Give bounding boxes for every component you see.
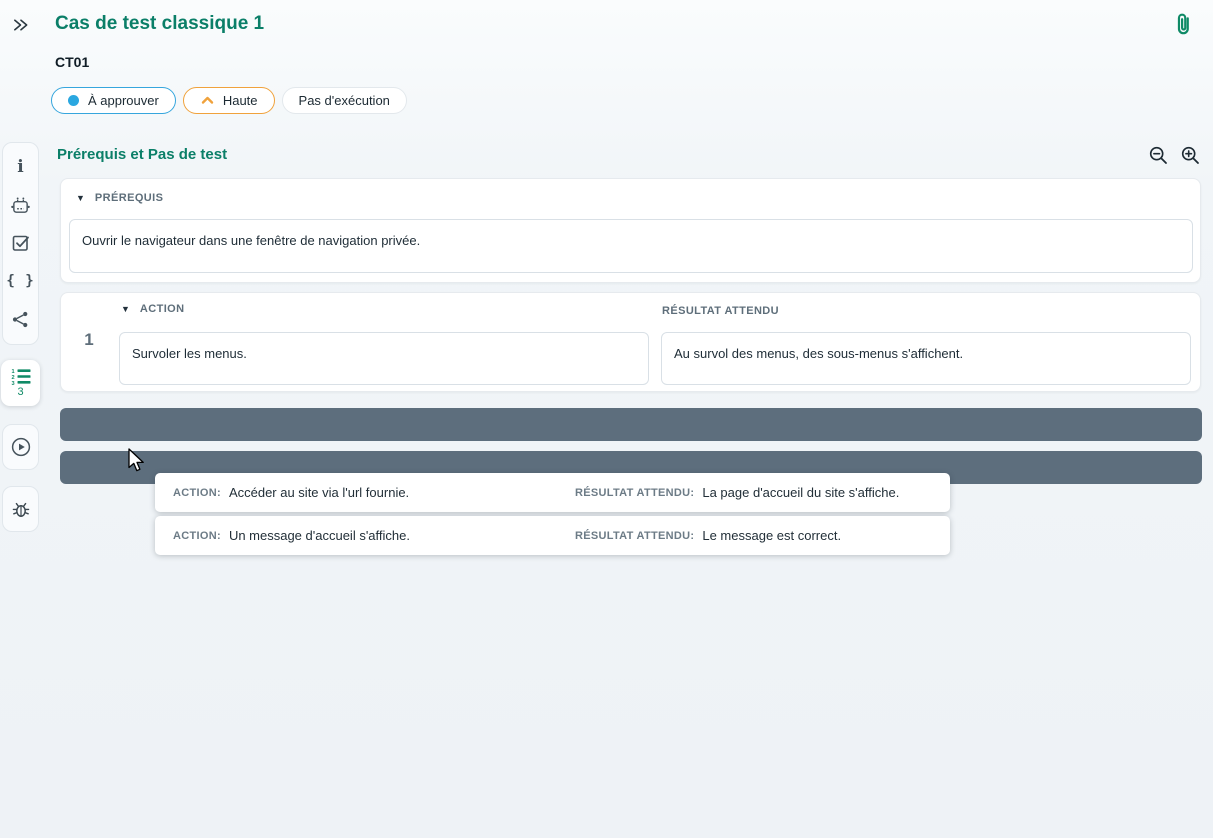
status-badge-label: À approuver	[88, 93, 159, 108]
sidebar-tab-test-steps[interactable]: 1 2 3 3	[1, 360, 40, 406]
svg-text:3: 3	[11, 381, 14, 386]
double-chevron-right-icon	[12, 17, 29, 33]
drag-action-value: Un message d'accueil s'affiche.	[229, 528, 410, 543]
sidebar-tab-issues[interactable]	[2, 486, 39, 532]
sidebar-item-information[interactable]: i	[3, 153, 38, 183]
action-column-header: ▼ ACTION	[121, 303, 185, 315]
prerequisites-panel: ▼ PRÉREQUIS Ouvrir le navigateur dans un…	[60, 178, 1201, 283]
badge-row: À approuver Haute Pas d'exécution	[51, 87, 407, 114]
zoom-in-icon	[1180, 145, 1201, 166]
execution-status-badge[interactable]: Pas d'exécution	[282, 87, 407, 114]
ordered-list-icon: 1 2 3	[10, 368, 32, 386]
collapse-panel-button[interactable]	[9, 15, 31, 35]
drag-result-label: RÉSULTAT ATTENDU:	[575, 530, 694, 542]
attachments-button[interactable]	[1172, 11, 1193, 42]
sidebar-tab-group: i { }	[2, 142, 39, 345]
steps-count-badge: 3	[17, 387, 23, 398]
status-badge[interactable]: À approuver	[51, 87, 176, 114]
step-result-field[interactable]: Au survol des menus, des sous-menus s'af…	[661, 332, 1191, 385]
zoom-out-button[interactable]	[1148, 145, 1169, 166]
action-header-label: ACTION	[140, 303, 185, 315]
share-icon	[11, 310, 30, 329]
sidebar-item-automation[interactable]	[3, 191, 38, 221]
page-title: Cas de test classique 1	[55, 13, 264, 35]
zoom-controls	[1148, 145, 1201, 166]
robot-icon	[10, 196, 31, 215]
execution-badge-label: Pas d'exécution	[299, 93, 390, 108]
test-case-reference: CT01	[55, 54, 89, 70]
section-title: Prérequis et Pas de test	[57, 146, 227, 163]
result-column-header: RÉSULTAT ATTENDU	[662, 305, 779, 317]
sidebar-item-verification[interactable]	[3, 228, 38, 258]
checkbox-icon	[11, 233, 31, 253]
step-action-field[interactable]: Survoler les menus.	[119, 332, 649, 385]
drag-drop-placeholder	[60, 408, 1202, 441]
prerequisite-text-field[interactable]: Ouvrir le navigateur dans une fenêtre de…	[69, 219, 1193, 273]
step-number: 1	[77, 330, 101, 350]
importance-badge[interactable]: Haute	[183, 87, 275, 114]
drag-result-value: Le message est correct.	[702, 528, 841, 543]
sidebar-item-links[interactable]	[3, 304, 38, 334]
drag-result-value: La page d'accueil du site s'affiche.	[702, 485, 899, 500]
paperclip-icon	[1172, 11, 1193, 39]
collapse-arrow-icon[interactable]: ▼	[76, 194, 85, 203]
result-header-label: RÉSULTAT ATTENDU	[662, 305, 779, 317]
sidebar-tab-executions[interactable]	[2, 424, 39, 470]
prerequisites-header: ▼ PRÉREQUIS	[76, 192, 163, 204]
dragged-step-row: ACTION: Un message d'accueil s'affiche. …	[155, 516, 950, 555]
prerequisites-label: PRÉREQUIS	[95, 192, 163, 204]
dragged-step-row: ACTION: Accéder au site via l'url fourni…	[155, 473, 950, 512]
drag-action-label: ACTION:	[173, 487, 221, 499]
sidebar-item-custom-fields[interactable]: { }	[3, 266, 38, 296]
test-steps-panel: ▼ ACTION RÉSULTAT ATTENDU 1 Survoler les…	[60, 292, 1201, 392]
info-icon: i	[17, 159, 23, 176]
bug-icon	[10, 499, 32, 519]
drag-action-label: ACTION:	[173, 530, 221, 542]
drag-preview: ACTION: Accéder au site via l'url fourni…	[155, 473, 950, 559]
zoom-in-button[interactable]	[1180, 145, 1201, 166]
collapse-arrow-icon[interactable]: ▼	[121, 305, 130, 314]
braces-icon: { }	[6, 273, 34, 289]
drag-result-label: RÉSULTAT ATTENDU:	[575, 487, 694, 499]
drag-action-value: Accéder au site via l'url fournie.	[229, 485, 409, 500]
importance-badge-label: Haute	[223, 93, 258, 108]
chevron-up-icon	[200, 95, 215, 106]
status-dot-icon	[68, 95, 79, 106]
play-circle-icon	[10, 436, 32, 458]
zoom-out-icon	[1148, 145, 1169, 166]
